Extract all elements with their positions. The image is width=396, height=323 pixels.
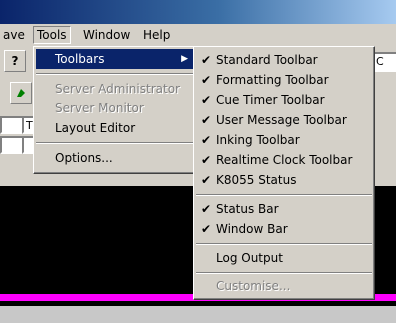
- submenu-item-label: K8055 Status: [216, 173, 297, 187]
- menu-item-server-administrator[interactable]: Server Administrator: [36, 79, 194, 99]
- submenu-item-log-output[interactable]: Log Output: [196, 248, 372, 268]
- submenu-item-standard-toolbar[interactable]: ✔ Standard Toolbar: [196, 50, 372, 70]
- check-icon: ✔: [201, 133, 212, 147]
- submenu-item-label: Inking Toolbar: [216, 133, 300, 147]
- check-icon: ✔: [201, 113, 212, 127]
- submenu-item-formatting-toolbar[interactable]: ✔ Formatting Toolbar: [196, 70, 372, 90]
- submenu-item-realtime-clock-toolbar[interactable]: ✔ Realtime Clock Toolbar: [196, 150, 372, 170]
- check-icon: ✔: [201, 173, 212, 187]
- submenu-item-status-bar[interactable]: ✔ Status Bar: [196, 199, 372, 219]
- toolbar-combo-right[interactable]: C: [372, 52, 396, 72]
- menu-item-layout-editor[interactable]: Layout Editor: [36, 118, 194, 138]
- submenu-item-label: Customise...: [216, 279, 291, 293]
- submenu-item-label: Cue Timer Toolbar: [216, 93, 325, 107]
- menu-item-toolbars[interactable]: Toolbars ▶: [36, 49, 194, 69]
- menu-separator: [36, 142, 194, 144]
- submenu-item-label: Standard Toolbar: [216, 53, 318, 67]
- help-pointer-icon: ?: [11, 54, 19, 68]
- menu-item-toolbars-label: Toolbars: [55, 52, 105, 66]
- check-icon: ✔: [201, 73, 212, 87]
- menu-tools[interactable]: Tools: [33, 26, 71, 44]
- menu-item-label: Options...: [55, 151, 113, 165]
- menu-separator: [36, 73, 194, 75]
- green-marker-icon: [17, 89, 25, 97]
- submenu-item-label: Window Bar: [216, 222, 288, 236]
- toolbars-submenu: ✔ Standard Toolbar ✔ Formatting Toolbar …: [193, 46, 375, 300]
- submenu-item-k8055-status[interactable]: ✔ K8055 Status: [196, 170, 372, 190]
- check-icon: ✔: [201, 202, 212, 216]
- menu-item-options[interactable]: Options...: [36, 148, 194, 168]
- menu-item-label: Server Monitor: [55, 101, 144, 115]
- submenu-item-label: Log Output: [216, 251, 283, 265]
- submenu-item-label: Realtime Clock Toolbar: [216, 153, 353, 167]
- submenu-arrow-icon: ▶: [181, 54, 188, 64]
- submenu-item-window-bar[interactable]: ✔ Window Bar: [196, 219, 372, 239]
- menu-item-server-monitor[interactable]: Server Monitor: [36, 98, 194, 118]
- submenu-item-cue-timer-toolbar[interactable]: ✔ Cue Timer Toolbar: [196, 90, 372, 110]
- submenu-item-label: Status Bar: [216, 202, 279, 216]
- menu-separator: [196, 194, 372, 196]
- submenu-item-customise[interactable]: Customise...: [196, 276, 372, 296]
- submenu-item-label: Formatting Toolbar: [216, 73, 329, 87]
- title-bar: [0, 0, 396, 24]
- menu-item-label: Server Administrator: [55, 82, 180, 96]
- menu-separator: [196, 272, 372, 274]
- menu-window[interactable]: Window: [80, 27, 133, 43]
- check-icon: ✔: [201, 53, 212, 67]
- status-area: [0, 306, 396, 323]
- menu-bar: ave Tools Window Help: [0, 24, 396, 46]
- help-pointer-button[interactable]: ?: [4, 50, 26, 72]
- menu-separator: [196, 243, 372, 245]
- check-icon: ✔: [201, 222, 212, 236]
- submenu-item-inking-toolbar[interactable]: ✔ Inking Toolbar: [196, 130, 372, 150]
- menu-item-label: Layout Editor: [55, 121, 136, 135]
- menu-help[interactable]: Help: [140, 27, 173, 43]
- font-size-combo[interactable]: [0, 116, 24, 134]
- green-ink-button[interactable]: [10, 82, 32, 104]
- submenu-item-label: User Message Toolbar: [216, 113, 347, 127]
- check-icon: ✔: [201, 153, 212, 167]
- submenu-item-user-message-toolbar[interactable]: ✔ User Message Toolbar: [196, 110, 372, 130]
- toolbar-combo-right-text: C: [376, 55, 384, 68]
- tools-menu: Toolbars ▶ Server Administrator Server M…: [33, 46, 197, 174]
- menu-save-partial[interactable]: ave: [0, 27, 28, 43]
- field-combo-a[interactable]: [0, 136, 24, 154]
- check-icon: ✔: [201, 93, 212, 107]
